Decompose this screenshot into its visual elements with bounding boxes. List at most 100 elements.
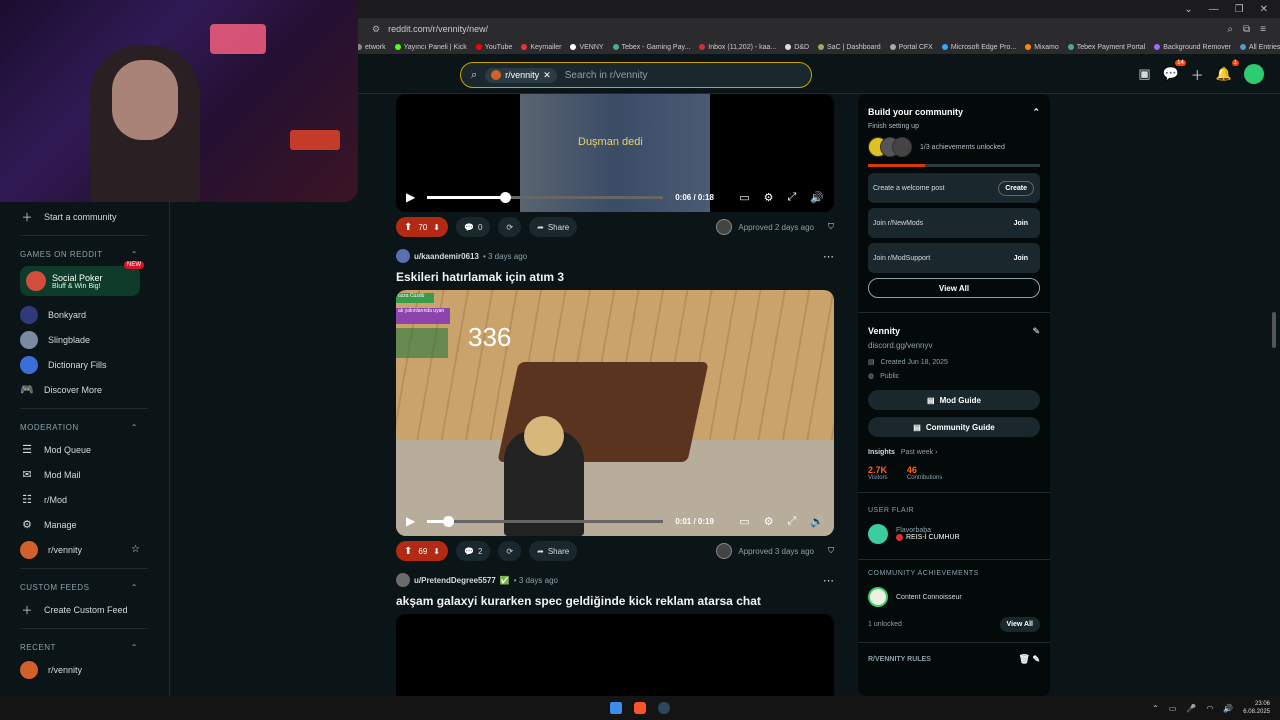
settings-icon[interactable]: ⚙ [764,515,774,528]
custom-feeds-section-header[interactable]: CUSTOM FEEDS ⌃ [20,577,138,597]
mic-icon[interactable]: 🎤 [1186,704,1196,713]
video-player[interactable]: 336 ozza Cüzdü ak yakınlarında uyan ▶ 0:… [396,290,834,536]
achievement-row[interactable]: Content Connoisseur [868,582,1040,612]
notifications-icon[interactable]: 🔔 1 [1216,60,1239,82]
view-all-button[interactable]: View All [868,278,1040,298]
bookmark-item[interactable]: All Entries - Entries |... [1239,44,1280,51]
video-seek-bar[interactable] [427,191,664,203]
play-icon[interactable]: ▶ [406,190,415,204]
create-post-icon[interactable]: ＋ [1191,65,1204,84]
sidebar-item-manage[interactable]: ⚙ Manage [20,512,169,537]
sidebar-item-slingblade[interactable]: Slingblade [20,327,169,352]
recent-section-header[interactable]: RECENT ⌃ [20,637,138,657]
more-options-icon[interactable]: ⋯ [823,250,834,263]
view-all-achievements-button[interactable]: View All [999,616,1040,632]
star-icon[interactable]: ☆ [131,544,140,555]
brave-browser-icon[interactable] [634,702,646,714]
edit-icon[interactable]: ✎ [1032,654,1040,664]
bookmark-item[interactable]: Keymailer [521,44,561,51]
captions-icon[interactable]: ▭ [739,191,749,204]
post-author[interactable]: u/PretendDegree5577 [414,576,496,585]
edit-icon[interactable]: ✎ [1032,326,1040,337]
downvote-icon[interactable]: ⬇ [433,223,440,232]
mod-guide-button[interactable]: ▤ Mod Guide [868,390,1040,410]
sidebar-item-dictionary-fills[interactable]: Dictionary Fills [20,352,169,377]
upvote-icon[interactable]: ⬆ [404,222,412,233]
settings-icon[interactable]: ⚙ [764,191,774,204]
moderation-section-header[interactable]: MODERATION ⌃ [20,417,138,437]
user-flair[interactable]: Flavorbaba REIS-İ CUMHUR [868,519,1040,549]
advertise-icon[interactable]: ▣ [1138,66,1150,82]
search-bar[interactable]: ⌕ r/vennity ✕ Search in r/vennity [460,62,812,88]
bookmark-item[interactable]: Microsoft Edge Pro... [941,44,1016,51]
menu-icon[interactable]: ≡ [1260,24,1266,35]
seek-handle[interactable] [443,515,455,527]
chip-close-icon[interactable]: ✕ [543,70,551,81]
comments-button[interactable]: 💬 2 [456,541,491,561]
shield-icon[interactable]: ⛉ [828,222,834,232]
delete-icon[interactable]: 🗑 [1019,654,1030,664]
downvote-icon[interactable]: ⬇ [433,547,440,556]
join-button[interactable]: Join [1008,252,1034,265]
social-poker-promo[interactable]: Social Poker Bluff & Win Big! NEW [20,261,144,296]
bookmark-item[interactable]: Tebex Payment Portal [1067,44,1145,51]
sidebar-item-discover-more[interactable]: 🎮 Discover More [20,377,169,402]
post-title[interactable]: akşam galaxyi kurarken spec geldiğinde k… [396,590,834,612]
task-join-newmods[interactable]: Join r/NewMods Join [868,208,1040,238]
upvote-icon[interactable]: ⬆ [404,546,412,557]
sidebar-item-bonkyard[interactable]: Bonkyard [20,302,169,327]
create-custom-feed-link[interactable]: ＋ Create Custom Feed [20,597,169,622]
search-input[interactable]: Search in r/vennity [565,70,648,81]
share-button[interactable]: ➦ Share [529,541,578,561]
minimize-icon[interactable]: — [1209,4,1219,15]
user-avatar[interactable] [396,249,410,263]
build-community-header[interactable]: Build your community ⌃ [868,104,1040,120]
volume-icon[interactable]: 🔊 [1223,704,1233,713]
video-player[interactable] [396,614,834,704]
wifi-icon[interactable]: ◠ [1206,704,1213,713]
video-seek-bar[interactable] [427,515,664,527]
bookmark-item[interactable]: Background Remover [1154,44,1231,51]
windows-start-icon[interactable] [610,702,622,714]
captions-icon[interactable]: ▭ [739,515,749,528]
post-author[interactable]: u/kaandemir0613 [414,252,479,261]
crosspost-button[interactable]: ⟳ [498,217,522,237]
create-button[interactable]: Create [998,180,1034,196]
user-avatar[interactable] [1244,64,1264,84]
fullscreen-icon[interactable]: ⤢ [787,191,796,204]
seek-handle[interactable] [500,191,512,203]
sidebar-item-mod-mail[interactable]: ✉ Mod Mail [20,462,169,487]
maximize-icon[interactable]: ❐ [1235,4,1244,15]
zoom-icon[interactable]: ⌕ [1227,24,1233,35]
task-join-modsupport[interactable]: Join r/ModSupport Join [868,243,1040,273]
crosspost-button[interactable]: ⟳ [498,541,522,561]
url-field[interactable]: reddit.com/r/vennity/new/ [388,24,488,34]
network-icon[interactable]: ▭ [1169,704,1177,713]
bookmark-item[interactable]: VENNY [570,44,604,51]
subreddit-chip[interactable]: r/vennity ✕ [485,67,557,83]
video-player[interactable]: Duşman dedi ▶ 0:06 / 0:18 ▭ ⚙ ⤢ 🔊 [396,94,834,212]
sidebar-item-r-mod[interactable]: ☷ r/Mod [20,487,169,512]
bookmark-item[interactable]: Tebex - Gaming Pay... [612,44,690,51]
user-avatar[interactable] [396,573,410,587]
start-community-link[interactable]: ＋ Start a community [20,204,169,229]
recent-item-r-vennity[interactable]: r/vennity [20,657,169,682]
bookmark-item[interactable]: Portal CFX [889,44,933,51]
bookmark-item[interactable]: YouTube [475,44,512,51]
more-options-icon[interactable]: ⋯ [823,574,834,587]
tray-chevron-icon[interactable]: ⌃ [1152,704,1159,713]
site-info-icon[interactable]: ⚙ [372,24,380,35]
volume-icon[interactable]: 🔊 [810,191,824,204]
sidebar-item-mod-queue[interactable]: ☰ Mod Queue [20,437,169,462]
join-button[interactable]: Join [1008,217,1034,230]
bookmark-item[interactable]: Inbox (11,202) - kaa... [699,44,776,51]
fullscreen-icon[interactable]: ⤢ [787,515,796,528]
chevron-down-icon[interactable]: ⌄ [1184,4,1192,15]
page-scrollbar[interactable] [1272,312,1276,348]
share-button[interactable]: ➦ Share [529,217,578,237]
games-section-header[interactable]: GAMES ON REDDIT ⌃ [20,244,138,264]
bookmark-item[interactable]: Yayıncı Paneli | Kick [394,44,467,51]
close-icon[interactable]: ✕ [1260,4,1268,15]
volume-icon[interactable]: 🔊 [810,515,824,528]
community-guide-button[interactable]: ▤ Community Guide [868,417,1040,437]
